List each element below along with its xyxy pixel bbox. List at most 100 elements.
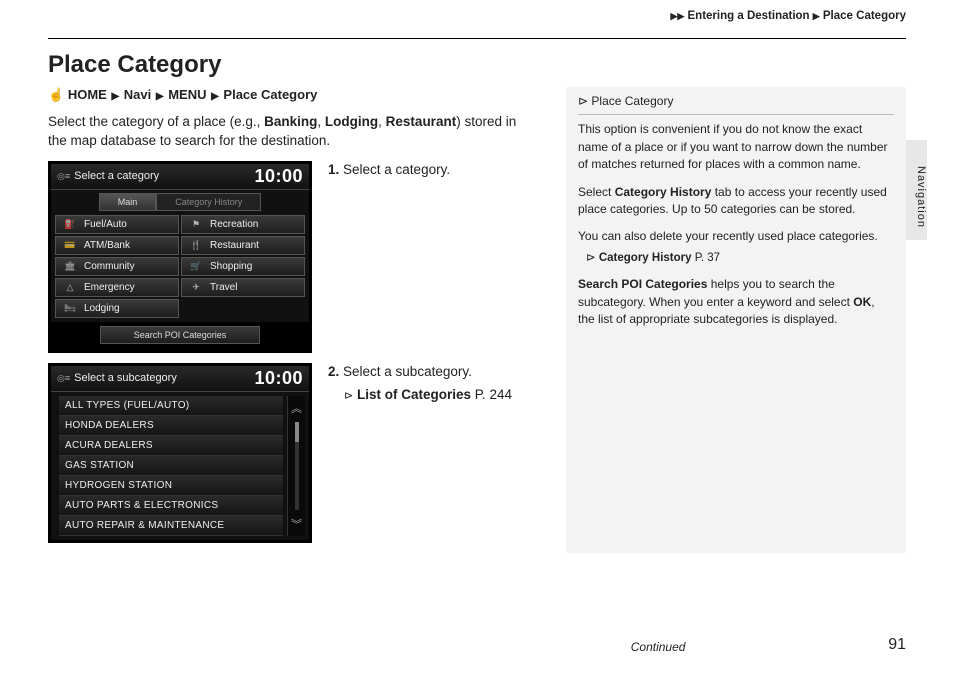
t: Search POI Categories [578,277,707,291]
cat-label: Lodging [84,303,120,314]
cat-label: Travel [210,282,237,293]
cat-label: Shopping [210,261,252,272]
cat-atm-bank[interactable]: 💳ATM/Bank [55,236,179,255]
sidebar-p1: This option is convenient if you do not … [578,121,894,173]
ref-page: P. 244 [471,387,512,402]
sub-item[interactable]: HYDROGEN STATION [59,476,283,496]
cat-label: Community [84,261,135,272]
screenshot-subcategory: ◎≡ Select a subcategory 10:00 ALL TYPES … [48,363,312,543]
chevron-icon: ▶ [155,91,165,102]
t: Select [578,185,615,199]
step1-num: 1. [328,162,339,177]
breadcrumb-a: Entering a Destination [688,10,810,22]
t: OK [853,295,871,309]
continued-label: Continued [631,640,686,654]
screen2-clock: 10:00 [254,368,303,389]
sub-item[interactable]: ACURA DEALERS [59,436,283,456]
cat-restaurant[interactable]: 🍴 Restaurant [181,236,305,255]
path-home: HOME [68,87,107,102]
intro-c2: , [378,114,386,129]
emergency-icon: △ [64,282,76,293]
signal-icon: ◎≡ [57,373,70,384]
tab-category-history[interactable]: Category History [156,193,261,211]
chevron-icon: ▶▶ [670,11,684,21]
travel-icon: ✈ [190,282,202,293]
screenshot-category: ◎≡ Select a category 10:00 Main Category… [48,161,312,353]
nav-path: ☝ HOME ▶ Navi ▶ MENU ▶ Place Category [48,87,538,103]
step2-num: 2. [328,364,339,379]
sub-item[interactable]: AUTO REPAIR & MAINTENANCE [59,516,283,536]
sidebar-p3: You can also delete your recently used p… [578,228,894,245]
community-icon: 🏛 [64,261,76,272]
intro-b1: Banking [264,114,317,129]
chevron-icon: ▶ [110,91,120,102]
cat-community[interactable]: 🏛 Community [55,257,179,276]
ref-icon: ⊳ [586,252,596,264]
cat-fuel-auto[interactable]: ⛽ Fuel/Auto [55,215,179,234]
cat-label: Restaurant [210,240,259,251]
scroll-up-icon[interactable]: ︽ [291,400,302,416]
cat-lodging[interactable]: 🛏 Lodging [55,299,179,318]
shopping-icon: 🛒 [190,261,202,272]
sidebar-ref: ⊳ Category History P. 37 [578,250,894,267]
screen2-title: Select a subcategory [74,372,254,384]
screen1-clock: 10:00 [254,166,303,187]
search-poi-button[interactable]: Search POI Categories [100,326,260,344]
cat-travel[interactable]: ✈ Travel [181,278,305,297]
ref-page: P. 37 [692,252,721,264]
scroll-thumb[interactable] [295,422,299,442]
path-menu: MENU [168,87,206,102]
intro-b2: Lodging [325,114,378,129]
recreation-icon: ⚑ [190,219,202,230]
intro-pre: Select the category of a place (e.g., [48,114,264,129]
signal-icon: ◎≡ [57,171,70,182]
chevron-icon: ▶ [210,91,220,102]
cat-emergency[interactable]: △ Emergency [55,278,179,297]
cat-label: Emergency [84,282,135,293]
path-cat: Place Category [223,87,317,102]
sub-item[interactable]: HONDA DEALERS [59,416,283,436]
intro-text: Select the category of a place (e.g., Ba… [48,113,538,151]
divider [578,114,894,115]
screen1-title: Select a category [74,170,254,182]
page-number: 91 [888,636,906,654]
breadcrumb-b: Place Category [823,10,906,22]
path-navi: Navi [124,87,151,102]
chevron-icon: ▶ [813,11,820,21]
ref-label: List of Categories [357,387,471,402]
restaurant-icon: 🍴 [190,240,202,251]
section-tab-navigation: Navigation [906,140,927,240]
step1-text: Select a category. [339,162,450,177]
hand-icon: ☝ [48,87,64,102]
cat-recreation[interactable]: ⚑ Recreation [181,215,305,234]
sub-item[interactable]: ALL TYPES (FUEL/AUTO) [59,396,283,416]
sidebar-p2: Select Category History tab to access yo… [578,184,894,219]
tab-main[interactable]: Main [99,193,157,211]
sidebar-p4: Search POI Categories helps you to searc… [578,276,894,328]
t: Category History [615,185,712,199]
scrollbar[interactable]: ︽ ︾ [287,396,305,536]
cat-label: Fuel/Auto [84,219,127,230]
breadcrumb: ▶▶ Entering a Destination ▶ Place Catego… [670,10,906,22]
intro-c1: , [317,114,325,129]
cat-label: ATM/Bank [84,240,130,251]
footer: Continued 91 [48,636,906,654]
sub-item[interactable]: AUTO PARTS & ELECTRONICS [59,496,283,516]
info-icon: ⊳ [578,94,588,108]
divider [48,38,906,39]
fuel-icon: ⛽ [64,219,76,230]
step2-text: Select a subcategory. [339,364,472,379]
page-title: Place Category [48,51,906,79]
intro-b3: Restaurant [386,114,457,129]
cat-shopping[interactable]: 🛒 Shopping [181,257,305,276]
sidebar-title-text: Place Category [591,94,673,108]
sidebar-title: ⊳ Place Category [578,93,894,110]
sidebar: ⊳ Place Category This option is convenie… [566,87,906,553]
lodging-icon: 🛏 [64,303,76,314]
scroll-down-icon[interactable]: ︾ [291,516,302,532]
sub-item[interactable]: GAS STATION [59,456,283,476]
ref-icon: ⊳ [344,390,353,402]
scroll-track[interactable] [295,422,299,510]
cat-label: Recreation [210,219,258,230]
ref-label: Category History [599,252,692,264]
